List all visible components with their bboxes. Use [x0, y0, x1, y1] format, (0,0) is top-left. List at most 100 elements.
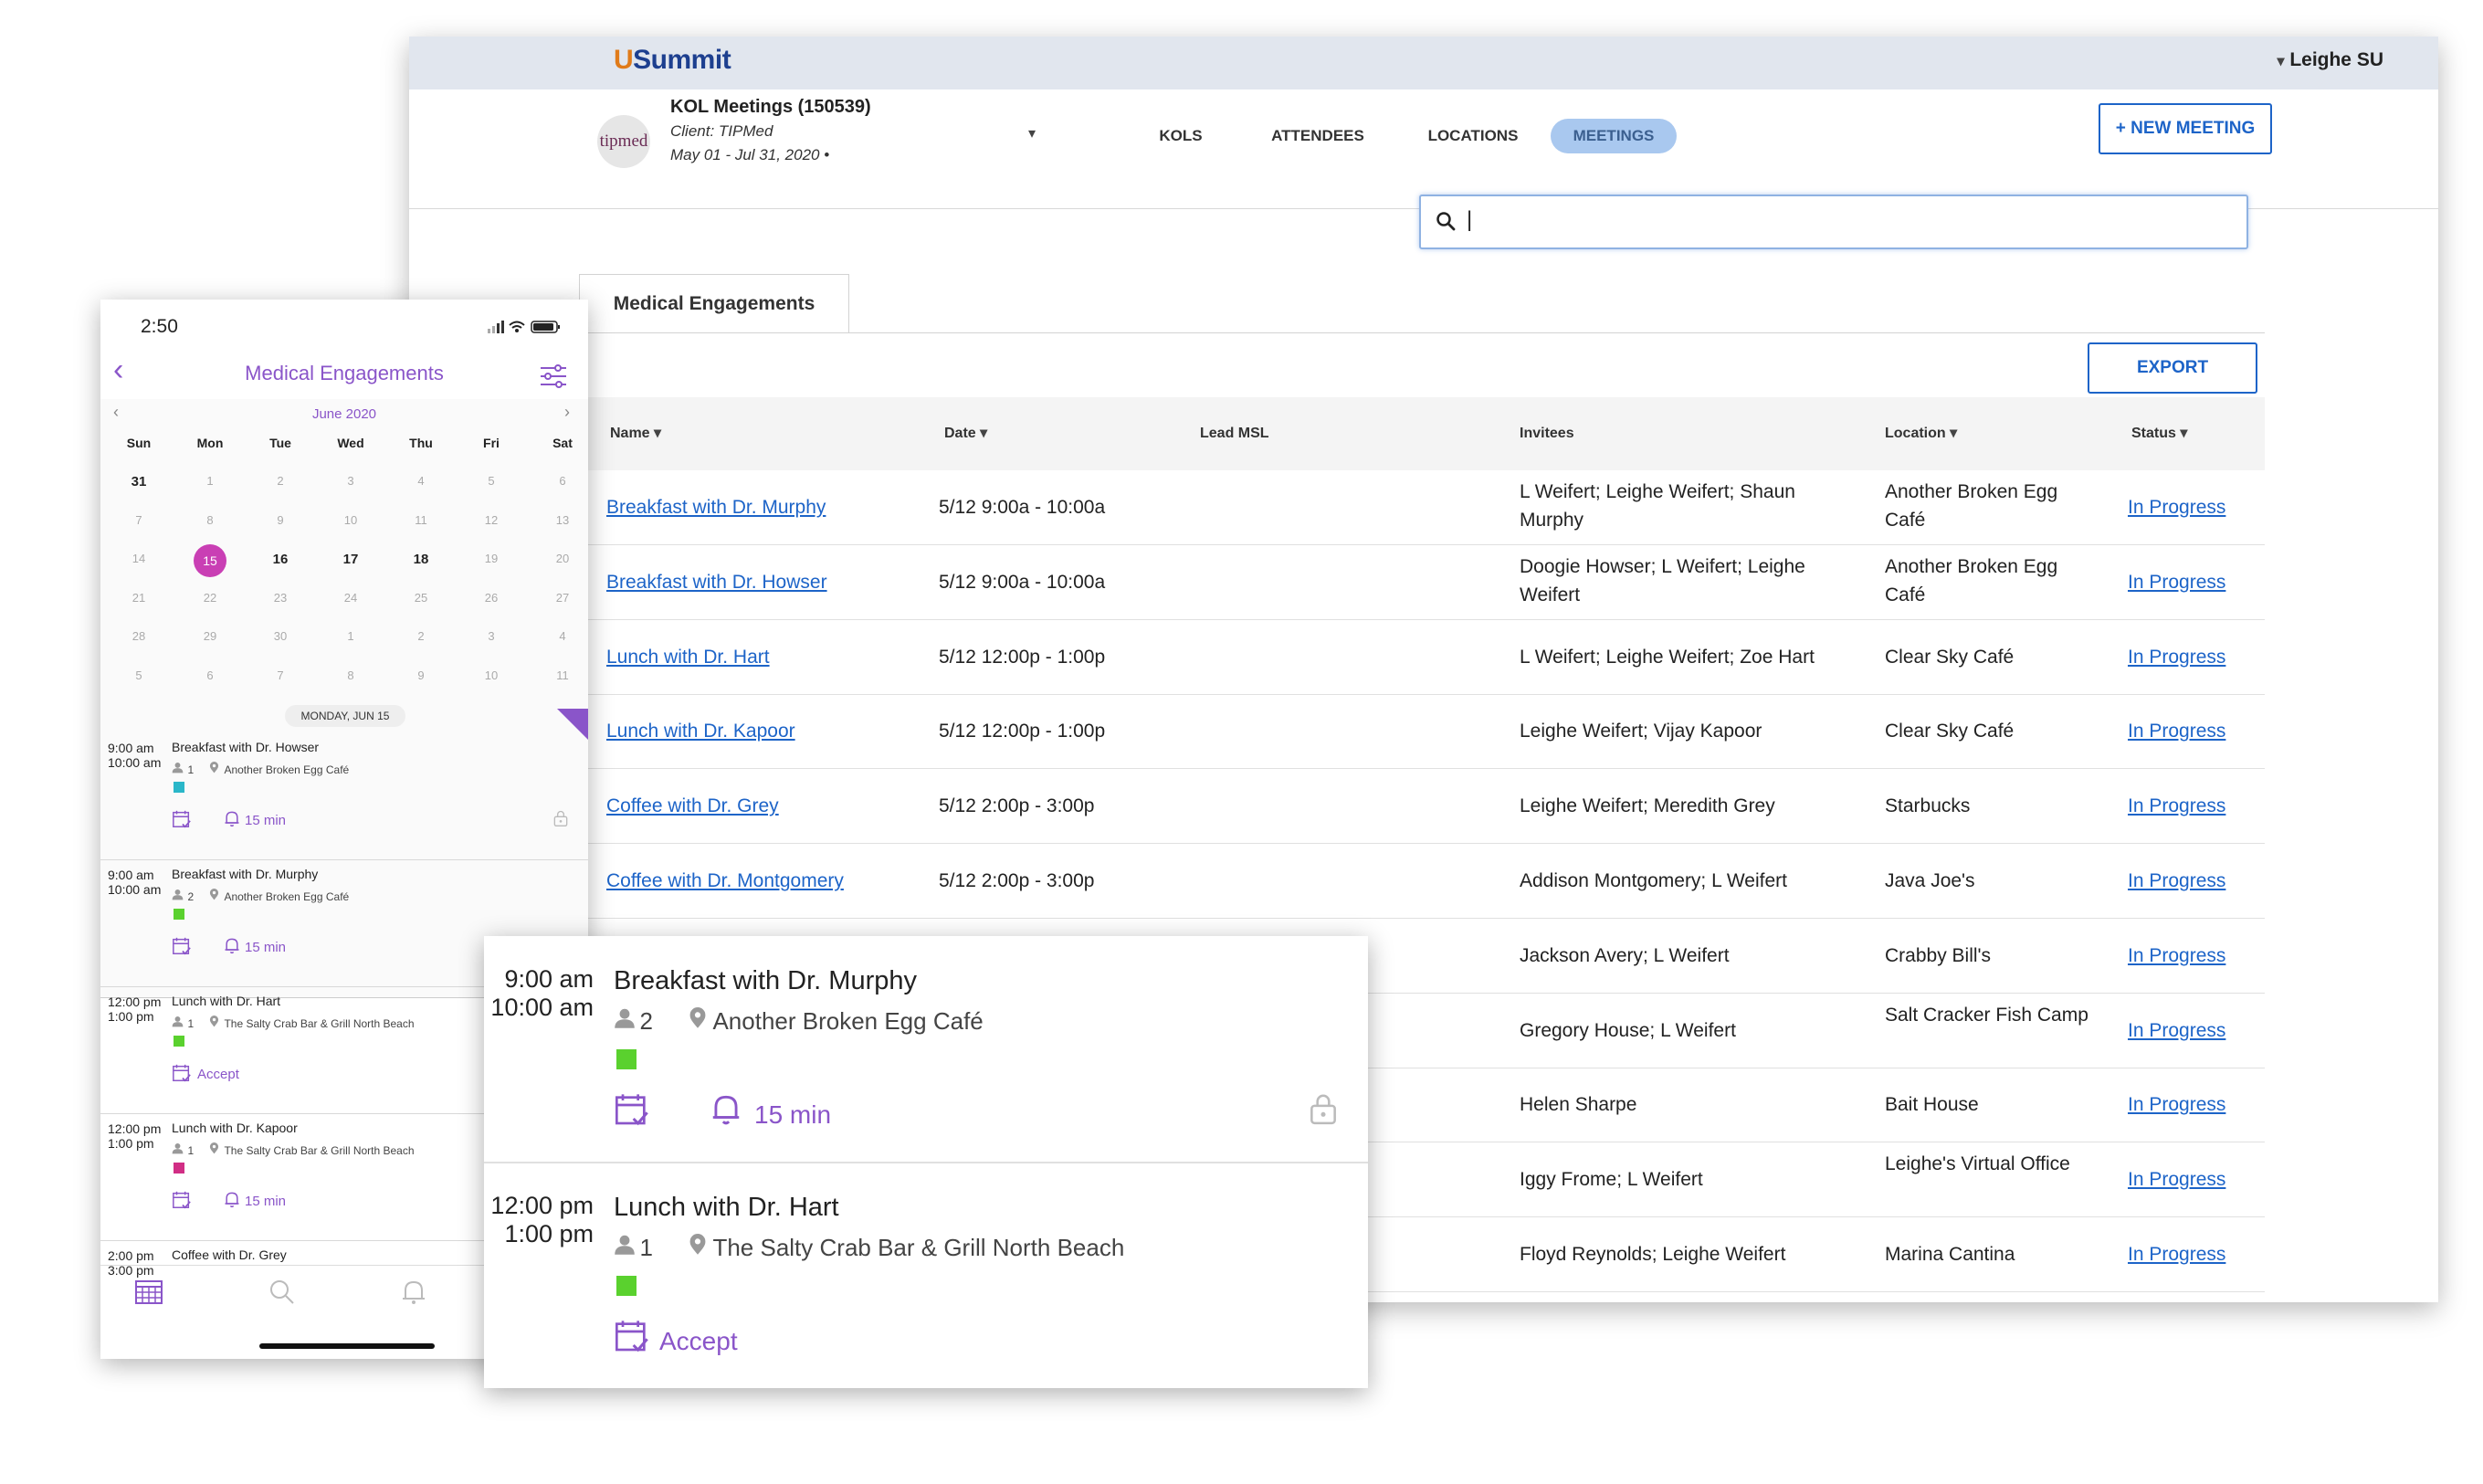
calendar-day[interactable]: 31	[121, 474, 157, 489]
calendar-day[interactable]: 18	[403, 552, 439, 567]
calendar-day[interactable]: 7	[121, 513, 157, 527]
user-menu[interactable]: ▾ Leighe SU	[2277, 49, 2383, 71]
calendar-day[interactable]: 10	[473, 668, 510, 682]
col-name-header[interactable]: Name ▾	[610, 397, 661, 470]
calendar-day[interactable]: 13	[544, 513, 581, 527]
meeting-status-link[interactable]: In Progress	[2128, 942, 2256, 970]
tab-kols[interactable]: KOLS	[1131, 119, 1231, 153]
event-calendar-action[interactable]	[172, 809, 192, 834]
calendar-day[interactable]: 9	[262, 513, 299, 527]
reminder[interactable]	[709, 1091, 743, 1131]
tab-locations[interactable]: LOCATIONS	[1405, 119, 1541, 153]
accept-link[interactable]: Accept	[197, 1067, 239, 1082]
calendar-check-icon[interactable]	[172, 809, 192, 829]
calendar-day[interactable]: 1	[332, 629, 369, 643]
calendar-day[interactable]: 1	[192, 474, 228, 488]
meeting-status-link[interactable]: In Progress	[2128, 792, 2256, 820]
event-calendar-action[interactable]	[172, 1063, 192, 1088]
calendar-day[interactable]: 6	[544, 474, 581, 488]
meeting-status-link[interactable]: In Progress	[2128, 867, 2256, 895]
calendar-check-icon[interactable]	[172, 1190, 192, 1210]
meeting-status-link[interactable]: In Progress	[2128, 568, 2256, 596]
calendar-day[interactable]: 16	[262, 552, 299, 567]
calendar-day[interactable]: 28	[121, 629, 157, 643]
reminder[interactable]	[223, 809, 241, 832]
reminder[interactable]	[223, 936, 241, 959]
calendar-day[interactable]: 26	[473, 591, 510, 605]
calendar-day[interactable]: 29	[192, 629, 228, 643]
calendar-day[interactable]: 20	[544, 552, 581, 565]
meeting-status-link[interactable]: In Progress	[2128, 1090, 2256, 1119]
event-item[interactable]: 9:00 am 10:00 am Breakfast with Dr. Howser…	[100, 732, 588, 860]
calendar-day[interactable]: 22	[192, 591, 228, 605]
calendar-day[interactable]: 2	[262, 474, 299, 488]
calendar-day[interactable]: 8	[192, 513, 228, 527]
meeting-status-link[interactable]: In Progress	[2128, 717, 2256, 745]
meeting-name-link[interactable]: Lunch with Dr. Hart	[606, 643, 926, 671]
bell-icon[interactable]	[223, 809, 241, 827]
col-date-header[interactable]: Date ▾	[944, 397, 987, 470]
calendar-day[interactable]: 27	[544, 591, 581, 605]
accept-link[interactable]: Accept	[659, 1327, 738, 1356]
event-calendar-action[interactable]	[614, 1318, 650, 1359]
export-button[interactable]: EXPORT	[2088, 342, 2257, 394]
event-calendar-action[interactable]	[172, 1190, 192, 1215]
lock-icon[interactable]	[552, 809, 570, 827]
filter-icon[interactable]	[539, 363, 568, 389]
calendar-check-icon[interactable]	[614, 1318, 650, 1354]
tab-attendees[interactable]: ATTENDEES	[1249, 119, 1386, 153]
lock-icon[interactable]	[1306, 1091, 1341, 1126]
meeting-status-link[interactable]: In Progress	[2128, 1165, 2256, 1194]
calendar-day[interactable]: 6	[192, 668, 228, 682]
calendar-day[interactable]: 12	[473, 513, 510, 527]
tab-medical-engagements[interactable]: Medical Engagements	[579, 274, 849, 333]
calendar-day[interactable]: 10	[332, 513, 369, 527]
lock[interactable]	[552, 809, 570, 832]
event-calendar-action[interactable]	[614, 1091, 650, 1132]
meeting-name-link[interactable]: Lunch with Dr. Kapoor	[606, 717, 926, 745]
zoomed-event[interactable]: 9:00 am 10:00 am Breakfast with Dr. Murphy…	[484, 936, 1368, 1163]
calendar-day[interactable]: 19	[473, 552, 510, 565]
calendar-day[interactable]: 11	[544, 668, 581, 682]
project-dropdown-icon[interactable]: ▾	[1028, 124, 1036, 142]
selected-day[interactable]: 15	[194, 544, 226, 577]
calendar-day[interactable]: 3	[473, 629, 510, 643]
summit-logo[interactable]: USummit	[614, 45, 731, 76]
meeting-name-link[interactable]: Breakfast with Dr. Howser	[606, 568, 926, 596]
zoomed-event[interactable]: 12:00 pm 1:00 pm Lunch with Dr. Hart 1 The…	[484, 1163, 1368, 1388]
meeting-status-link[interactable]: In Progress	[2128, 493, 2256, 521]
calendar-day[interactable]: 9	[403, 668, 439, 682]
meeting-status-link[interactable]: In Progress	[2128, 643, 2256, 671]
calendar-day[interactable]: 14	[121, 552, 157, 565]
calendar-day[interactable]: 24	[332, 591, 369, 605]
bell-icon[interactable]	[223, 1190, 241, 1208]
calendar-day[interactable]: 23	[262, 591, 299, 605]
calendar-day[interactable]: 3	[332, 474, 369, 488]
search-input[interactable]: |	[1419, 195, 2248, 249]
calendar-day[interactable]: 17	[332, 552, 369, 567]
calendar-day[interactable]: 4	[544, 629, 581, 643]
calendar-day[interactable]: 4	[403, 474, 439, 488]
next-month-icon[interactable]: ›	[564, 403, 570, 422]
reminder[interactable]	[223, 1190, 241, 1213]
lock[interactable]	[1306, 1091, 1341, 1131]
meeting-name-link[interactable]: Breakfast with Dr. Murphy	[606, 493, 926, 521]
col-location-header[interactable]: Location ▾	[1885, 397, 1957, 470]
meeting-status-link[interactable]: In Progress	[2128, 1016, 2256, 1045]
meeting-status-link[interactable]: In Progress	[2128, 1240, 2256, 1268]
calendar-check-icon[interactable]	[172, 936, 192, 956]
meeting-name-link[interactable]: Coffee with Dr. Grey	[606, 792, 926, 820]
calendar-day[interactable]: 11	[403, 513, 439, 527]
calendar-day[interactable]: 7	[262, 668, 299, 682]
calendar-day[interactable]: 8	[332, 668, 369, 682]
col-status-header[interactable]: Status ▾	[2131, 397, 2187, 470]
calendar-check-icon[interactable]	[172, 1063, 192, 1083]
new-meeting-button[interactable]: + NEW MEETING	[2099, 103, 2272, 154]
meeting-name-link[interactable]: Coffee with Dr. Montgomery	[606, 867, 926, 895]
calendar-day[interactable]: 5	[121, 668, 157, 682]
bell-icon[interactable]	[223, 936, 241, 954]
calendar-day[interactable]: 30	[262, 629, 299, 643]
calendar-day[interactable]: 2	[403, 629, 439, 643]
calendar-day[interactable]: 21	[121, 591, 157, 605]
bell-icon[interactable]	[709, 1091, 743, 1126]
